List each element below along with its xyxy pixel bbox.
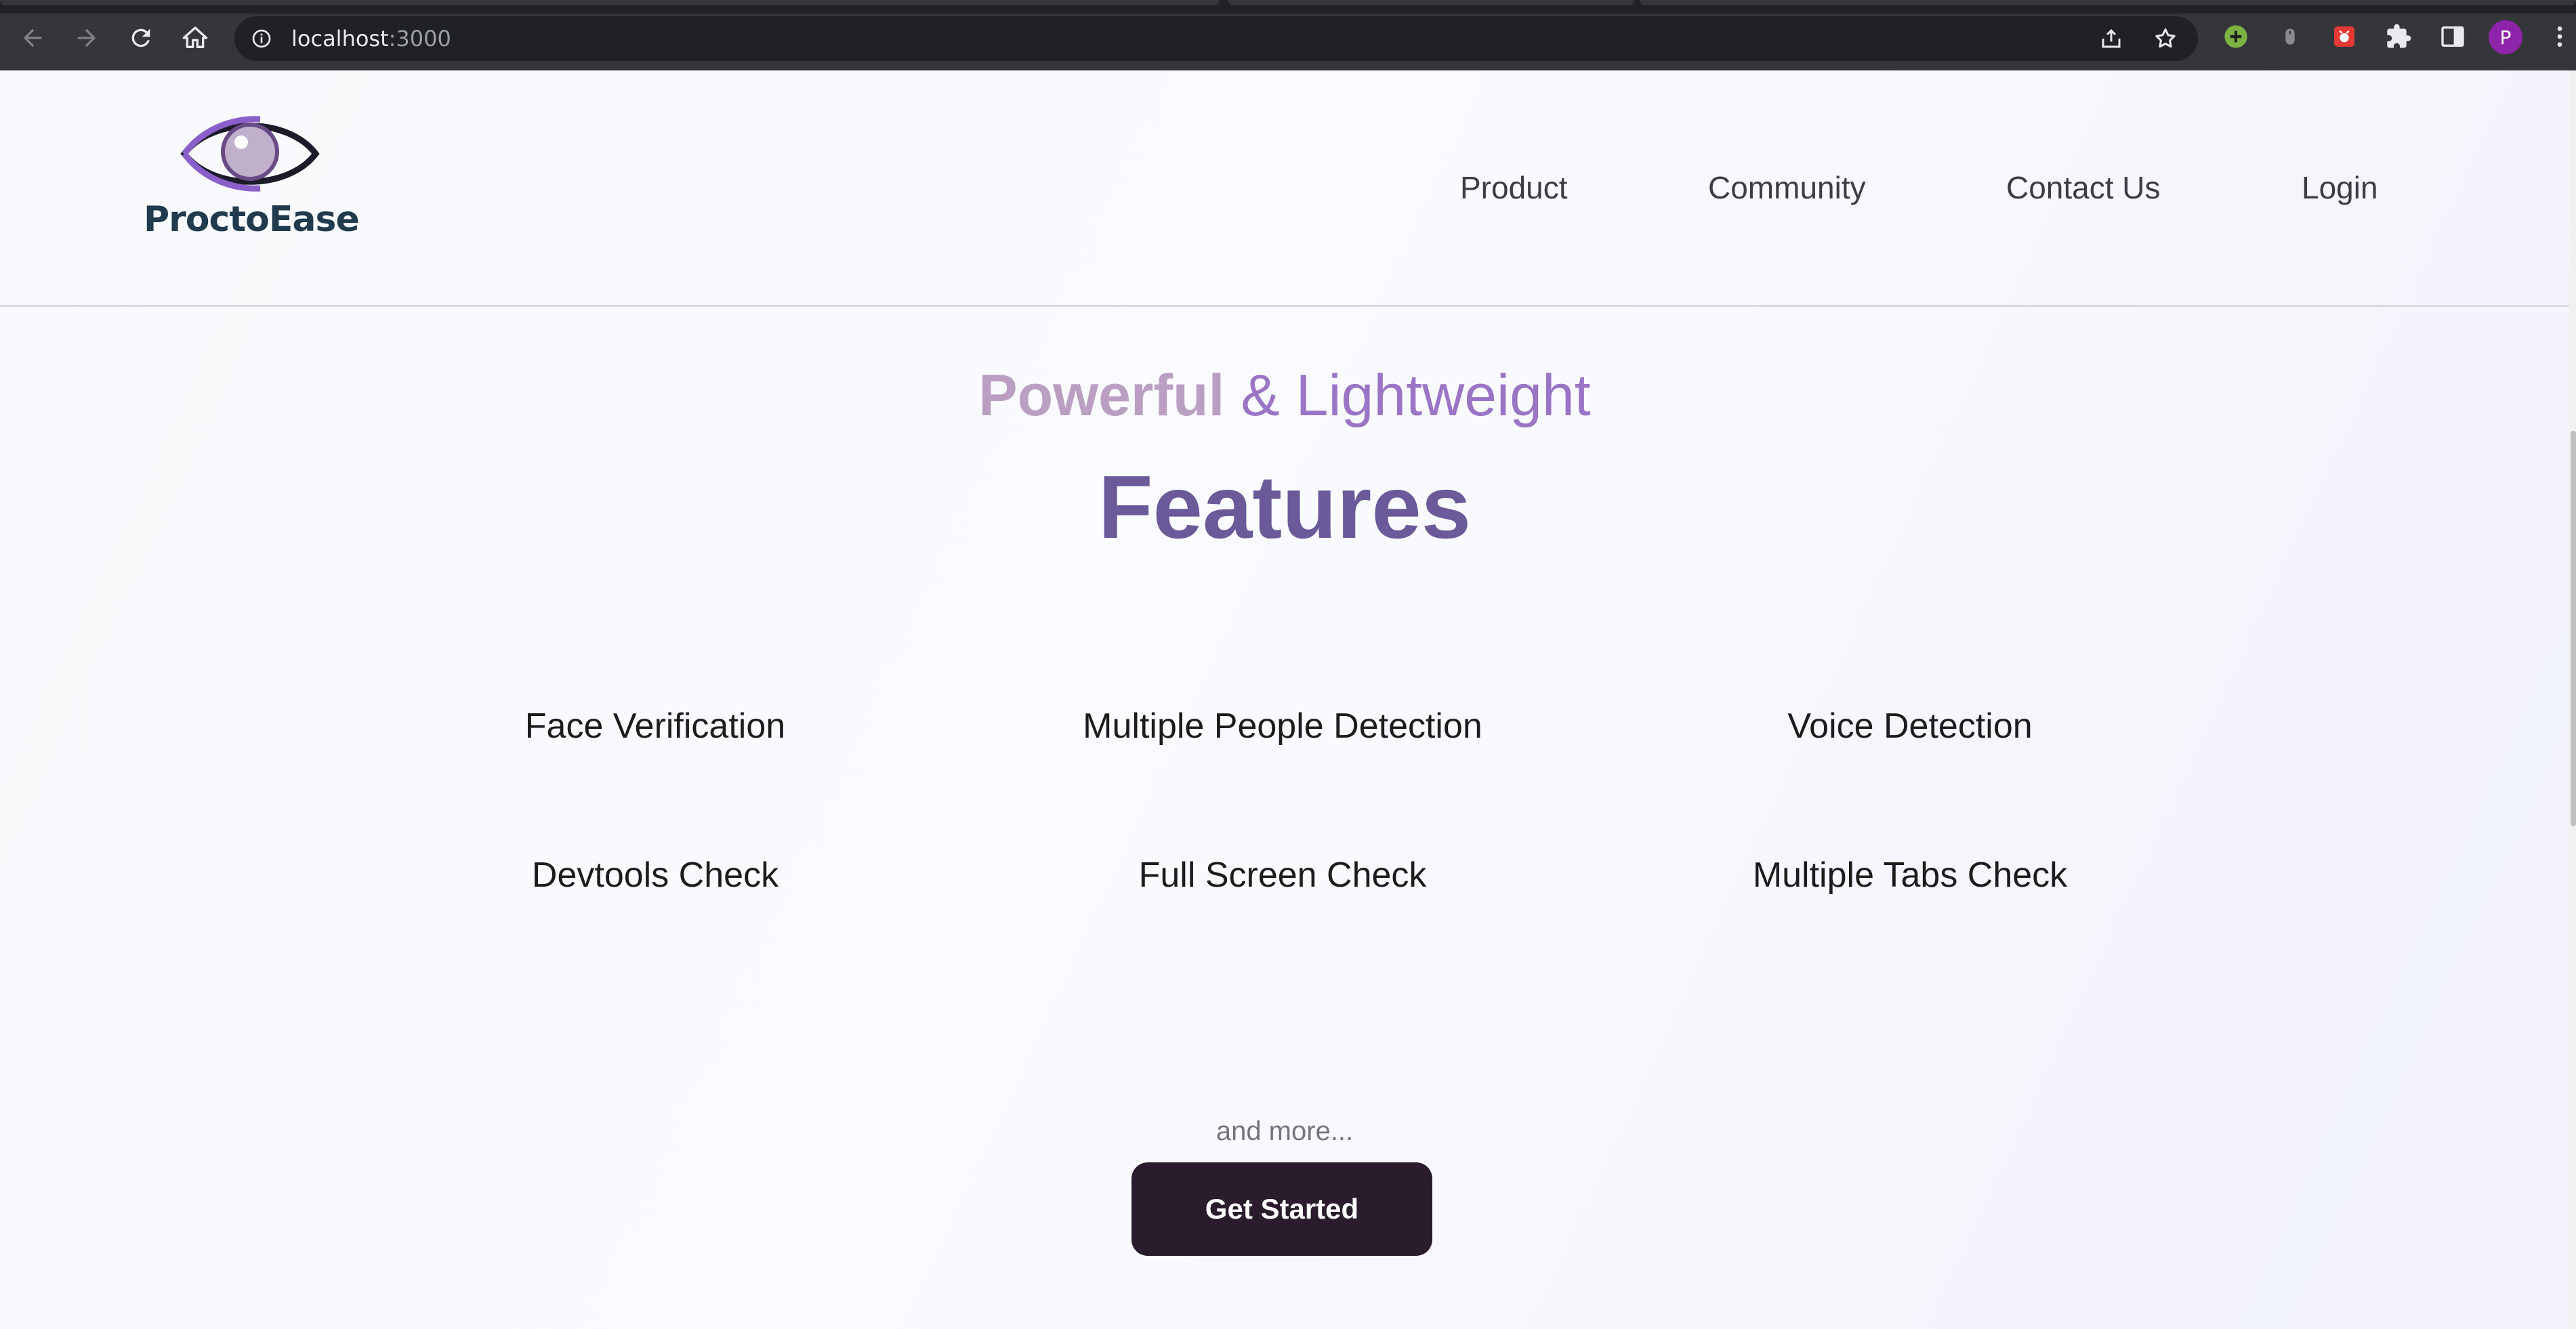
bug-icon — [2334, 26, 2354, 47]
tab-edge — [1640, 0, 2576, 5]
url-host: localhost — [291, 26, 389, 51]
feature-item: Devtools Check — [531, 856, 779, 895]
forward-button[interactable] — [72, 23, 102, 53]
tab-edge — [0, 0, 1220, 5]
feature-item: Face Verification — [524, 706, 786, 746]
eyebrow-lightweight: & Lightweight — [1241, 363, 1591, 428]
brand-wordmark: ProctoEase — [144, 199, 360, 240]
brand-logo[interactable]: ProctoEase — [144, 111, 360, 260]
features-eyebrow: Powerful & Lightweight — [0, 362, 2569, 429]
arrow-left-icon — [23, 28, 42, 47]
feature-item: Multiple People Detection — [1083, 706, 1482, 746]
nav-product[interactable]: Product — [1460, 169, 1568, 206]
and-more-text: and more... — [1216, 1116, 1354, 1146]
info-icon[interactable] — [251, 28, 272, 49]
page-viewport: ProctoEase Product Community Contact Us … — [0, 70, 2569, 1329]
side-panel-button[interactable] — [2438, 22, 2468, 51]
browser-menu-button[interactable] — [2545, 22, 2575, 51]
side-panel-icon — [2441, 26, 2464, 47]
url-port: :3000 — [388, 26, 451, 51]
scrollbar-thumb[interactable] — [2571, 431, 2576, 826]
eyebrow-powerful: Powerful — [978, 363, 1225, 428]
home-icon — [182, 26, 208, 49]
plus-circle-icon — [2224, 25, 2247, 48]
profile-avatar[interactable]: P — [2489, 20, 2522, 54]
extensions-button[interactable] — [2384, 22, 2413, 51]
feature-item: Voice Detection — [1787, 706, 2033, 746]
extension-grey-button[interactable] — [2275, 22, 2305, 51]
feature-item: Full Screen Check — [1138, 856, 1427, 895]
extension-red-button[interactable] — [2329, 22, 2359, 51]
puzzle-icon — [2387, 24, 2411, 48]
nav-contact-us[interactable]: Contact Us — [2006, 169, 2161, 206]
home-button[interactable] — [180, 23, 210, 53]
kebab-menu-icon — [2557, 26, 2562, 47]
extension-green-button[interactable] — [2221, 22, 2251, 51]
features-title: Features — [1098, 457, 1472, 557]
reload-button[interactable] — [126, 23, 156, 53]
browser-toolbar: localhost:3000 P — [0, 0, 2576, 70]
address-bar[interactable]: localhost:3000 — [234, 16, 2198, 61]
url-text[interactable]: localhost:3000 — [291, 26, 451, 51]
share-icon[interactable] — [2099, 26, 2123, 51]
star-icon[interactable] — [2153, 26, 2178, 51]
eye-logo-icon — [180, 116, 320, 192]
nav-community[interactable]: Community — [1708, 169, 1866, 206]
mouse-icon — [2285, 28, 2295, 45]
site-header: ProctoEase Product Community Contact Us … — [0, 70, 2569, 307]
nav-login[interactable]: Login — [2302, 169, 2378, 206]
arrow-right-icon — [77, 28, 96, 47]
tab-edge — [1228, 0, 1634, 5]
tab-strip — [0, 0, 2576, 14]
back-button[interactable] — [18, 23, 47, 53]
reload-icon — [131, 28, 150, 47]
feature-item: Multiple Tabs Check — [1752, 856, 2068, 895]
get-started-button[interactable]: Get Started — [1131, 1162, 1432, 1256]
